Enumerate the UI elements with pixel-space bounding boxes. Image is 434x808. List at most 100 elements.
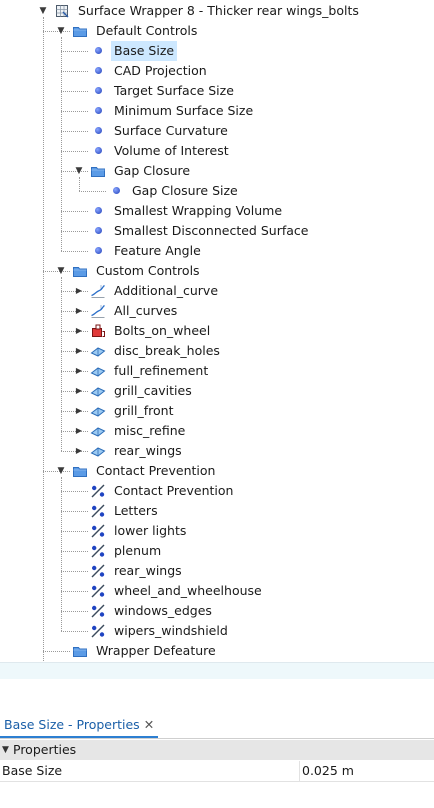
collapse-arrow-icon[interactable]: ▼: [2, 740, 9, 760]
tree-node-surface-wrapper-8-thicker-rear-wings-bolts[interactable]: ▼ Surface Wrapper 8 - Thicker rear wings_…: [0, 1, 434, 21]
tree-node-rear-wings[interactable]: rear_wings: [0, 561, 434, 581]
properties-panel: Base Size - Properties ✕ ▼ Properties Bas…: [0, 702, 434, 808]
surface-control-icon: [90, 343, 106, 359]
surface-control-icon: [90, 403, 106, 419]
tree-node-label: Base Size: [111, 41, 178, 61]
close-tab-icon[interactable]: ✕: [144, 717, 154, 732]
tree-node-full-refinement[interactable]: ▶ full_refinement: [0, 361, 434, 381]
contact-prevention-icon: [90, 483, 106, 499]
tree-node-grill-cavities[interactable]: ▶ grill_cavities: [0, 381, 434, 401]
property-row-base-size[interactable]: Base Size 0.025 m: [0, 761, 434, 782]
tree-node-rear-wings[interactable]: ▶ rear_wings: [0, 441, 434, 461]
tree-node-contact-prevention[interactable]: ▼ Contact Prevention: [0, 461, 434, 481]
tree-node-label: full_refinement: [114, 363, 209, 378]
expand-toggle-icon[interactable]: ▶: [74, 281, 84, 301]
tree-node-wipers-windshield[interactable]: wipers_windshield: [0, 621, 434, 641]
folder-icon: [72, 23, 88, 39]
bullet-icon: [95, 147, 102, 154]
tree-node-label: wheel_and_wheelhouse: [114, 583, 262, 598]
contact-prevention-icon: [90, 523, 106, 539]
tree-node-all-curves[interactable]: ▶ All_curves: [0, 301, 434, 321]
tree-node-grill-front[interactable]: ▶ grill_front: [0, 401, 434, 421]
surface-control-icon: [90, 423, 106, 439]
contact-prevention-icon: [90, 563, 106, 579]
tree-node-cad-projection[interactable]: CAD Projection: [0, 61, 434, 81]
tree-node-plenum[interactable]: plenum: [0, 541, 434, 561]
tree-node-additional-curve[interactable]: ▶ Additional_curve: [0, 281, 434, 301]
property-value[interactable]: 0.025 m: [302, 761, 354, 781]
bullet-icon: [95, 207, 102, 214]
tree-node-label: Feature Angle: [114, 243, 201, 258]
tree-node-wrapper-defeature[interactable]: Wrapper Defeature: [0, 641, 434, 661]
simulation-tree[interactable]: ▼ Surface Wrapper 8 - Thicker rear wings_…: [0, 0, 434, 662]
tree-node-label: rear_wings: [114, 563, 182, 578]
bullet-icon: [95, 87, 102, 94]
folder-icon: [72, 263, 88, 279]
tree-horizontal-scrollbar[interactable]: [0, 662, 434, 679]
tree-node-misc-refine[interactable]: ▶ misc_refine: [0, 421, 434, 441]
expand-toggle-icon[interactable]: ▶: [74, 361, 84, 381]
bullet-icon: [95, 107, 102, 114]
bullet-icon: [95, 227, 102, 234]
tree-node-label: Surface Curvature: [114, 123, 228, 138]
tree-node-default-controls[interactable]: ▼ Default Controls: [0, 21, 434, 41]
tree-node-label: Custom Controls: [96, 263, 200, 278]
tree-node-label: Target Surface Size: [114, 83, 234, 98]
tree-node-label: misc_refine: [114, 423, 186, 438]
collapse-toggle-icon[interactable]: ▼: [74, 161, 84, 181]
properties-section-label: Properties: [13, 742, 77, 757]
bullet-icon: [95, 247, 102, 254]
folder-icon: [72, 643, 88, 659]
curve-control-icon: [90, 283, 106, 299]
expand-toggle-icon[interactable]: ▶: [74, 341, 84, 361]
surface-control-icon: [90, 443, 106, 459]
tree-node-lower-lights[interactable]: lower lights: [0, 521, 434, 541]
collapse-toggle-icon[interactable]: ▼: [38, 1, 48, 21]
collapse-toggle-icon[interactable]: ▼: [56, 21, 66, 41]
tree-node-gap-closure[interactable]: ▼ Gap Closure: [0, 161, 434, 181]
tree-node-windows-edges[interactable]: windows_edges: [0, 601, 434, 621]
tree-node-label: CAD Projection: [114, 63, 207, 78]
folder-icon: [72, 463, 88, 479]
properties-tab-label[interactable]: Base Size - Properties: [4, 717, 140, 732]
tree-node-surface-curvature[interactable]: Surface Curvature: [0, 121, 434, 141]
expand-toggle-icon[interactable]: ▶: [74, 421, 84, 441]
tree-node-label: windows_edges: [114, 603, 212, 618]
bullet-icon: [113, 187, 120, 194]
tree-node-label: disc_break_holes: [114, 343, 220, 358]
tree-node-disc-break-holes[interactable]: ▶ disc_break_holes: [0, 341, 434, 361]
expand-toggle-icon[interactable]: ▶: [74, 381, 84, 401]
tree-node-bolts-on-wheel[interactable]: ▶ Bolts_on_wheel: [0, 321, 434, 341]
tree-node-label: Smallest Wrapping Volume: [114, 203, 283, 218]
tree-node-target-surface-size[interactable]: Target Surface Size: [0, 81, 434, 101]
tree-node-smallest-wrapping-volume[interactable]: Smallest Wrapping Volume: [0, 201, 434, 221]
tree-node-smallest-disconnected-surface[interactable]: Smallest Disconnected Surface: [0, 221, 434, 241]
tree-node-custom-controls[interactable]: ▼ Custom Controls: [0, 261, 434, 281]
properties-tab[interactable]: Base Size - Properties ✕: [0, 714, 159, 738]
bullet-icon: [95, 47, 102, 54]
tree-node-label: Contact Prevention: [96, 463, 216, 478]
tree-node-label: Volume of Interest: [114, 143, 229, 158]
tree-node-label: Wrapper Defeature: [96, 643, 216, 658]
properties-section-header[interactable]: ▼ Properties: [0, 740, 434, 760]
bullet-icon: [95, 67, 102, 74]
surface-control-icon: [90, 363, 106, 379]
tree-node-gap-closure-size[interactable]: Gap Closure Size: [0, 181, 434, 201]
expand-toggle-icon[interactable]: ▶: [74, 301, 84, 321]
property-name: Base Size: [2, 763, 63, 778]
expand-toggle-icon[interactable]: ▶: [74, 321, 84, 341]
tree-node-contact-prevention[interactable]: Contact Prevention: [0, 481, 434, 501]
expand-toggle-icon[interactable]: ▶: [74, 441, 84, 461]
tree-node-label: plenum: [114, 543, 162, 558]
tree-node-label: wipers_windshield: [114, 623, 228, 638]
collapse-toggle-icon[interactable]: ▼: [56, 461, 66, 481]
tree-node-feature-angle[interactable]: Feature Angle: [0, 241, 434, 261]
tree-node-volume-of-interest[interactable]: Volume of Interest: [0, 141, 434, 161]
tree-node-base-size[interactable]: Base Size: [0, 41, 434, 61]
tree-node-minimum-surface-size[interactable]: Minimum Surface Size: [0, 101, 434, 121]
expand-toggle-icon[interactable]: ▶: [74, 401, 84, 421]
tree-node-letters[interactable]: Letters: [0, 501, 434, 521]
tree-node-label: Smallest Disconnected Surface: [114, 223, 309, 238]
tree-node-wheel-and-wheelhouse[interactable]: wheel_and_wheelhouse: [0, 581, 434, 601]
collapse-toggle-icon[interactable]: ▼: [56, 261, 66, 281]
